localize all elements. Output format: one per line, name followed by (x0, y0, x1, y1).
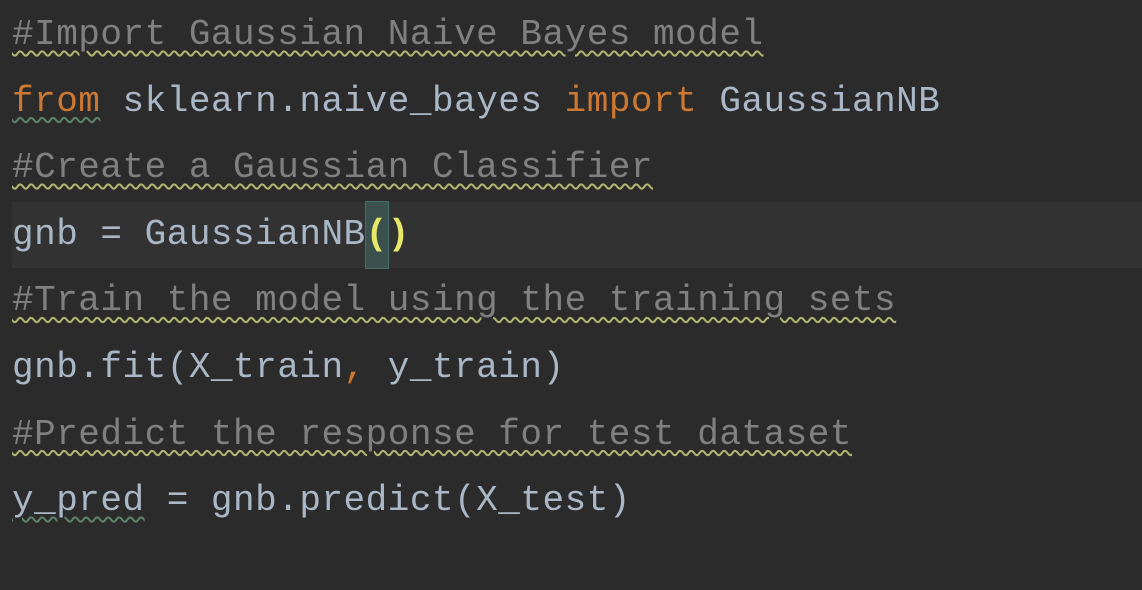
code-line[interactable]: y_pred = gnb.predict(X_test) (12, 468, 1142, 535)
code-editor[interactable]: #Import Gaussian Naive Bayes model from … (0, 0, 1142, 535)
matched-bracket-open: ( (366, 202, 388, 269)
code-line[interactable]: gnb.fit(X_train, y_train) (12, 335, 1142, 402)
code-line[interactable]: #Predict the response for test dataset (12, 402, 1142, 469)
class-name: GaussianNB (719, 81, 940, 122)
var-ypred: y_pred (12, 480, 145, 521)
call-text: y_train) (366, 347, 565, 388)
code-line[interactable]: #Train the model using the training sets (12, 268, 1142, 335)
comment-text: #Import Gaussian Naive Bayes model (12, 14, 764, 55)
whitespace (100, 81, 122, 122)
comma: , (344, 347, 366, 388)
comment-text: #Create a Gaussian Classifier (12, 147, 653, 188)
assignment-text: = gnb.predict(X_test) (145, 480, 631, 521)
whitespace (543, 81, 565, 122)
matched-bracket-close: ) (388, 214, 410, 255)
comment-text: #Train the model using the training sets (12, 280, 896, 321)
call-text: gnb.fit(X_train (12, 347, 344, 388)
assignment-text: gnb = GaussianNB (12, 214, 366, 255)
code-line[interactable]: #Import Gaussian Naive Bayes model (12, 2, 1142, 69)
whitespace (697, 81, 719, 122)
code-line[interactable]: #Create a Gaussian Classifier (12, 135, 1142, 202)
comment-text: #Predict the response for test dataset (12, 414, 852, 455)
code-line[interactable]: from sklearn.naive_bayes import Gaussian… (12, 69, 1142, 136)
keyword-import: import (565, 81, 698, 122)
code-line-active[interactable]: gnb = GaussianNB() (12, 202, 1142, 269)
keyword-from: from (12, 81, 100, 122)
module-name: sklearn.naive_bayes (123, 81, 543, 122)
